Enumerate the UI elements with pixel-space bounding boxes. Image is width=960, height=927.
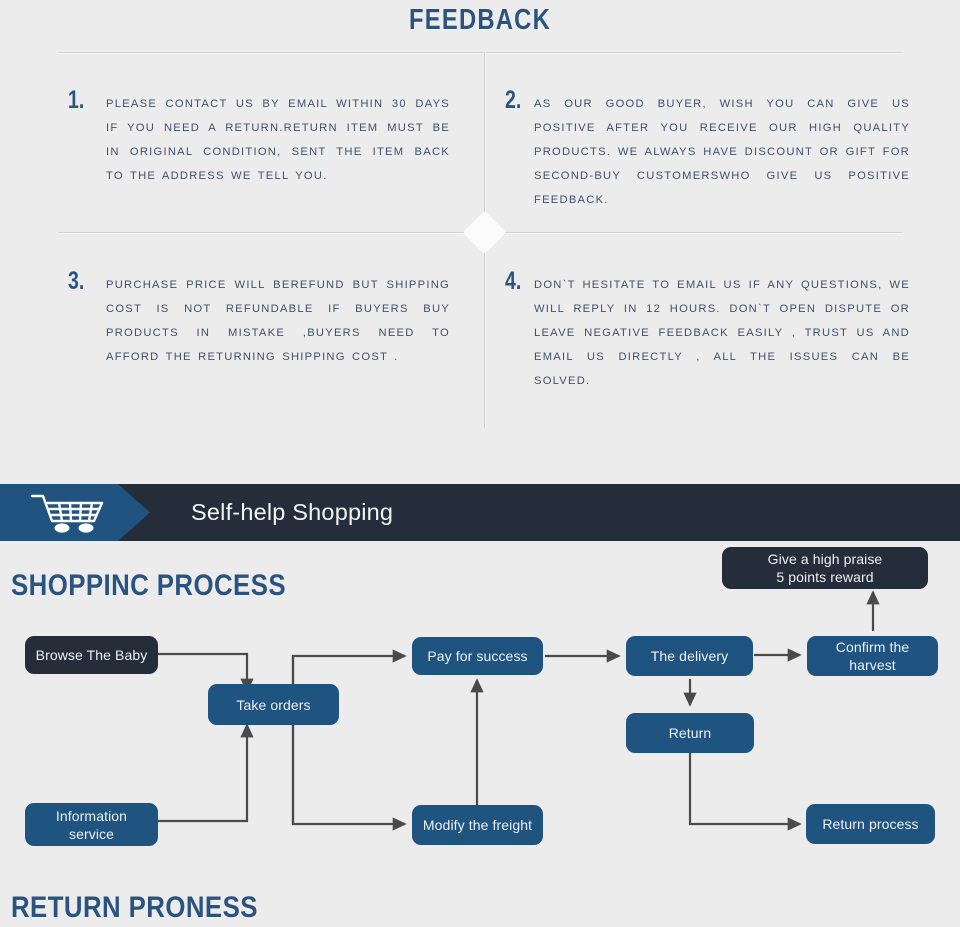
feedback-title: FEEDBACK [409,4,551,36]
divider-top [58,52,903,54]
flow-node-information-service[interactable]: Information service [25,803,158,846]
self-help-shopping-banner: Self-help Shopping [0,484,960,541]
feedback-item-3-number: 3. [68,267,85,295]
flow-node-the-delivery[interactable]: The delivery [626,636,753,676]
shopping-process-flowchart: Browse The Baby Take orders Information s… [0,541,960,886]
flow-node-return-process[interactable]: Return process [806,804,935,844]
shopping-cart-icon [30,494,104,533]
flow-node-modify-the-freight[interactable]: Modify the freight [412,805,543,845]
feedback-item-4-number: 4. [505,267,522,295]
flow-node-information-service-label: Information service [55,807,128,842]
flow-node-the-delivery-label: The delivery [650,648,729,664]
flow-node-confirm-the-harvest[interactable]: Confirm the harvest [807,636,938,676]
flow-node-browse-the-baby[interactable]: Browse The Baby [25,636,158,674]
feedback-item-1-number: 1. [68,86,85,114]
flow-node-return-label: Return [668,725,712,741]
feedback-item-3-text: PURCHASE PRICE WILL BEREFUND BUT SHIPPIN… [106,279,450,363]
flow-node-return-process-label: Return process [822,816,919,832]
feedback-item-1-text: PLEASE CONTACT US BY EMAIL WITHIN 30 DAY… [106,98,450,182]
return-process-heading: RETURN PRONESS [11,891,258,924]
flow-node-take-orders[interactable]: Take orders [208,684,339,725]
center-diamond-ornament [462,210,507,255]
flow-node-modify-the-freight-label: Modify the freight [422,817,533,833]
flow-node-give-a-high-praise-label: Give a high praise 5 points reward [767,551,883,585]
banner-title: Self-help Shopping [191,499,394,525]
flow-node-take-orders-label: Take orders [236,696,311,713]
flow-node-confirm-the-harvest-label: Confirm the harvest [835,639,910,673]
feedback-section: FEEDBACK 1. PLEASE CONTACT US BY EMAIL W… [0,0,960,470]
flow-node-give-a-high-praise[interactable]: Give a high praise 5 points reward [722,547,928,589]
flow-node-return[interactable]: Return [626,713,754,753]
flow-node-browse-the-baby-label: Browse The Baby [35,647,148,663]
flow-node-pay-for-success-label: Pay for success [427,648,528,664]
feedback-item-2-number: 2. [505,86,522,114]
feedback-item-4-text: DON`T HESITATE TO EMAIL US IF ANY QUESTI… [534,279,910,387]
feedback-item-2-text: AS OUR GOOD BUYER, WISH YOU CAN GIVE US … [534,98,910,206]
flow-node-pay-for-success[interactable]: Pay for success [412,637,543,675]
